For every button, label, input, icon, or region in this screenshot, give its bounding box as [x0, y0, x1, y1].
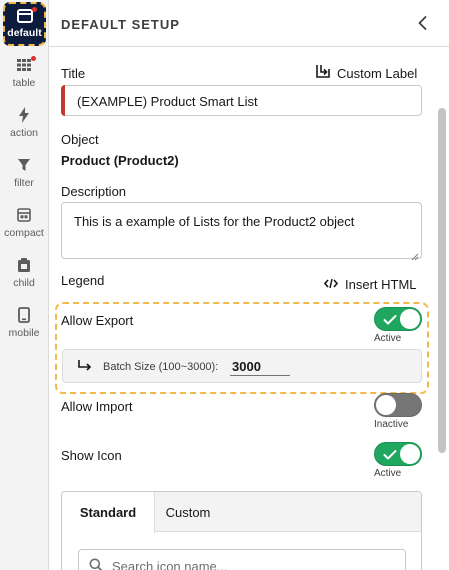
arrow-return-icon — [77, 359, 93, 373]
rail-item-label: compact — [4, 227, 44, 239]
filter-icon — [15, 156, 33, 174]
toggle-knob — [376, 395, 396, 415]
rail-item-mobile[interactable]: mobile — [0, 301, 48, 349]
object-value: Product (Product2) — [61, 153, 179, 168]
toggle-knob — [400, 309, 420, 329]
icon-search-placeholder: Search icon name... — [112, 559, 228, 570]
legend-label: Legend — [61, 273, 105, 288]
icon-picker: Standard Custom Search icon name... — [61, 491, 422, 570]
rail-item-label: mobile — [8, 327, 40, 339]
batch-size-label: Batch Size (100~3000): — [103, 361, 219, 373]
toggle-knob — [400, 444, 420, 464]
lightning-icon — [15, 106, 33, 124]
allow-import-toggle[interactable] — [374, 393, 422, 417]
icon-search-input[interactable]: Search icon name... — [78, 549, 406, 570]
allow-import-label: Allow Import — [61, 399, 133, 414]
rail-item-table[interactable]: table — [0, 51, 48, 99]
tab-standard[interactable]: Standard — [62, 492, 155, 533]
mobile-icon — [15, 306, 33, 324]
rail-item-label: default — [7, 27, 42, 39]
custom-label-button[interactable]: Custom Label — [314, 64, 417, 82]
icon-picker-tabs: Standard Custom — [62, 492, 421, 533]
description-label: Description — [61, 184, 127, 199]
rail-item-filter[interactable]: filter — [0, 151, 48, 199]
custom-label-icon — [314, 64, 330, 82]
rail-item-label: child — [13, 277, 35, 289]
object-label: Object — [61, 132, 99, 147]
allow-export-toggle[interactable] — [374, 307, 422, 331]
modified-dot — [31, 7, 37, 12]
allow-export-label: Allow Export — [61, 313, 134, 328]
title-input-value: (EXAMPLE) Product Smart List — [77, 94, 258, 109]
batch-size-row: Batch Size (100~3000): 3000 — [62, 349, 422, 383]
insert-html-button[interactable]: Insert HTML — [323, 277, 417, 292]
rail-item-action[interactable]: action — [0, 101, 48, 149]
show-icon-status: Active — [374, 468, 402, 479]
check-icon — [383, 313, 397, 325]
custom-label-text: Custom Label — [337, 65, 418, 81]
insert-html-text: Insert HTML — [345, 277, 417, 292]
batch-size-input[interactable]: 3000 — [230, 356, 290, 376]
rail-item-child[interactable]: child — [0, 251, 48, 299]
resize-grip-icon[interactable] — [411, 248, 419, 261]
rail-item-compact[interactable]: compact — [0, 201, 48, 249]
child-records-icon — [15, 256, 33, 274]
rail-item-default[interactable]: default — [3, 2, 46, 46]
panel-title: DEFAULT SETUP — [61, 17, 180, 32]
title-label: Title — [61, 66, 86, 81]
title-input[interactable]: (EXAMPLE) Product Smart List — [61, 85, 422, 116]
table-icon — [15, 56, 36, 74]
left-rail: default table action filter compact chil… — [0, 0, 49, 570]
panel-header: DEFAULT SETUP — [49, 0, 449, 47]
chevron-left-icon[interactable] — [415, 14, 429, 32]
rail-item-label: table — [12, 77, 36, 89]
description-value: This is a example of Lists for the Produ… — [74, 214, 355, 229]
modified-dot — [31, 56, 36, 61]
description-textarea[interactable]: This is a example of Lists for the Produ… — [61, 202, 422, 261]
allow-import-status: Inactive — [374, 419, 409, 430]
rail-item-label: action — [9, 127, 39, 139]
allow-export-status: Active — [374, 333, 402, 344]
compact-layout-icon — [15, 206, 33, 224]
show-icon-toggle[interactable] — [374, 442, 422, 466]
code-icon — [323, 277, 339, 292]
check-icon — [383, 448, 397, 460]
rail-item-label: filter — [14, 177, 34, 189]
tab-custom[interactable]: Custom — [155, 492, 221, 532]
search-icon — [89, 558, 103, 570]
show-icon-label: Show Icon — [61, 448, 122, 463]
scrollbar-thumb[interactable] — [438, 108, 446, 453]
layout-icon — [16, 7, 37, 25]
required-indicator — [61, 85, 65, 116]
